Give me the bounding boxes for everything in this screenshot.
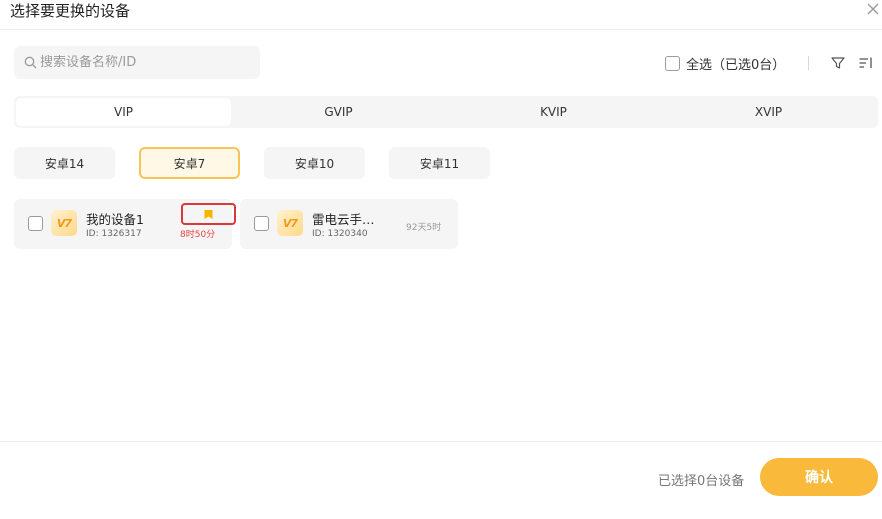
- highlight-box: [181, 203, 236, 225]
- close-icon[interactable]: [866, 2, 880, 16]
- chip-android-10[interactable]: 安卓10: [264, 147, 365, 179]
- tab-vip[interactable]: VIP: [16, 98, 231, 126]
- remaining-time: 8时50分: [180, 230, 216, 240]
- tier-tabs: VIP GVIP KVIP XVIP: [14, 96, 878, 128]
- chip-android-7[interactable]: 安卓7: [139, 147, 240, 179]
- bookmark-icon: [204, 209, 213, 219]
- android-version-filter: 安卓14 安卓7 安卓10 安卓11: [14, 147, 514, 179]
- toolbar-divider: [808, 56, 809, 70]
- device-logo: V7: [51, 210, 77, 236]
- select-all[interactable]: 全选（已选0台）: [665, 54, 785, 73]
- dialog-title: 选择要更换的设备: [10, 2, 131, 20]
- remaining-time: 92天5时: [406, 223, 442, 233]
- device-card[interactable]: V7 我的设备1 ID: 1326317 8时50分: [14, 199, 236, 249]
- device-checkbox[interactable]: [254, 216, 269, 231]
- sort-icon[interactable]: [858, 55, 874, 71]
- device-checkbox[interactable]: [28, 216, 43, 231]
- search-input[interactable]: [40, 55, 240, 70]
- tab-kvip[interactable]: KVIP: [446, 98, 661, 126]
- search-icon: [24, 56, 37, 69]
- device-id: ID: 1320340: [312, 229, 368, 239]
- device-name: 雷电云手…: [312, 212, 375, 227]
- confirm-button[interactable]: 确认: [760, 458, 878, 496]
- tab-gvip[interactable]: GVIP: [231, 98, 446, 126]
- selected-count: 已选择0台设备: [658, 474, 745, 489]
- chip-android-14[interactable]: 安卓14: [14, 147, 115, 179]
- dialog-header: 选择要更换的设备: [0, 0, 882, 30]
- device-logo: V7: [277, 210, 303, 236]
- filter-icon[interactable]: [830, 55, 846, 71]
- footer-divider: [0, 441, 882, 442]
- search-box[interactable]: [14, 46, 260, 79]
- select-all-checkbox[interactable]: [665, 56, 680, 71]
- device-id: ID: 1326317: [86, 229, 142, 239]
- chip-android-11[interactable]: 安卓11: [389, 147, 490, 179]
- select-all-label: 全选（已选0台）: [686, 58, 786, 73]
- device-name: 我的设备1: [86, 212, 144, 227]
- tab-xvip[interactable]: XVIP: [661, 98, 876, 126]
- device-card[interactable]: V7 雷电云手… ID: 1320340 92天5时: [240, 199, 458, 249]
